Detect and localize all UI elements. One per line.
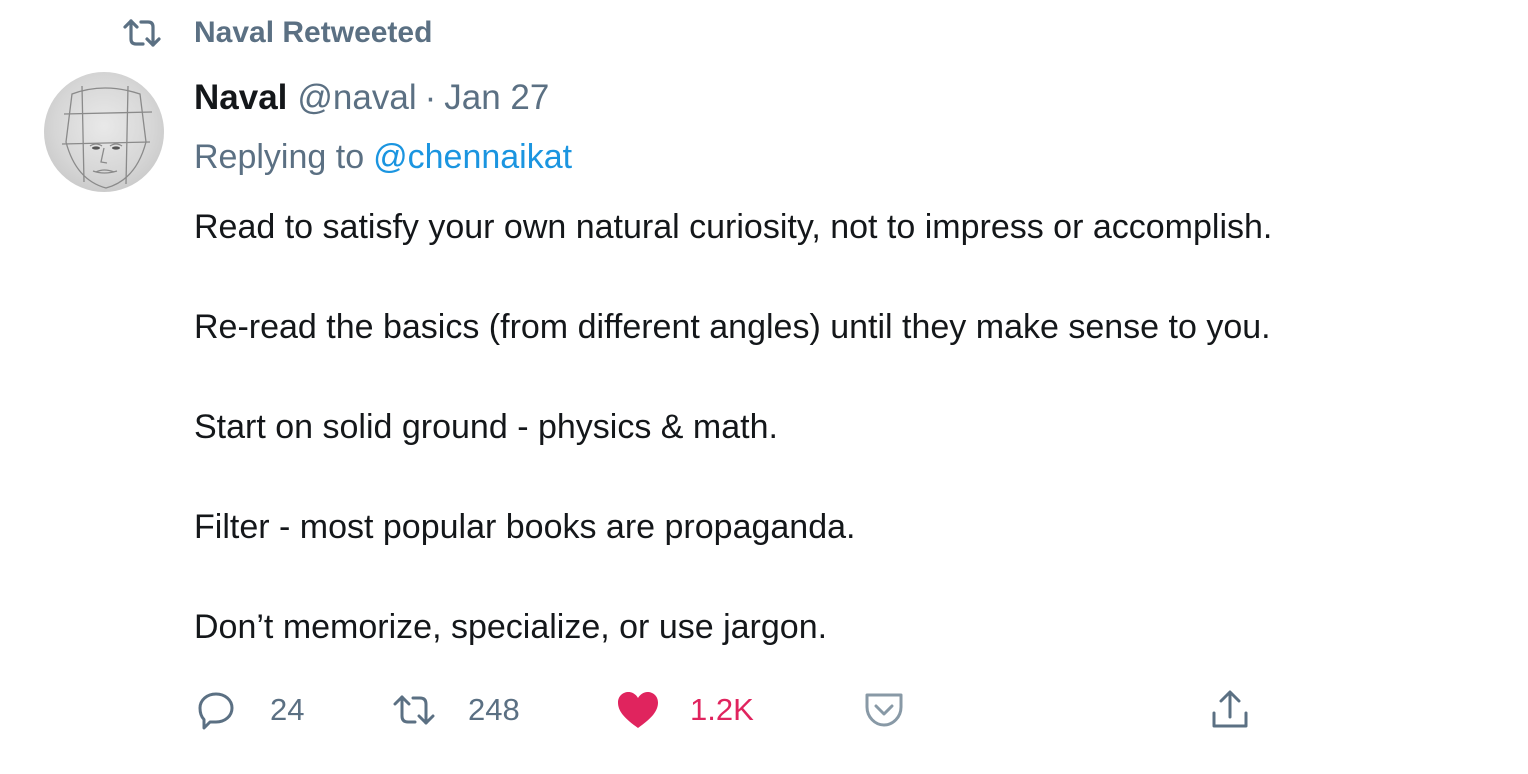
tweet-text: Read to satisfy your own natural curiosi… [194,202,1468,652]
tweet-paragraph: Read to satisfy your own natural curiosi… [194,208,1273,246]
pocket-button[interactable] [862,686,906,734]
replying-to: Replying to @chennaikat [194,124,1468,190]
reply-icon [194,688,238,732]
tweet-paragraph: Don’t memorize, specialize, or use jargo… [194,608,828,646]
share-icon [1208,688,1252,732]
avatar-sketch-icon [61,85,153,189]
retweet-icon [392,688,436,732]
retweet-button[interactable]: 248 [392,686,520,734]
retweet-icon [120,13,164,53]
reply-button[interactable]: 24 [194,686,304,734]
retweet-banner[interactable]: Naval Retweeted [120,12,432,54]
user-handle[interactable]: @naval [297,78,416,118]
reply-count: 24 [270,692,305,727]
share-button[interactable] [1208,686,1252,734]
replying-to-label: Replying to [194,137,365,176]
retweet-banner-label: Naval Retweeted [194,16,433,49]
tweet-paragraph: Re-read the basics (from different angle… [194,308,1271,346]
tweet-content: Naval @naval · Jan 27 Replying to @chenn… [194,72,1468,652]
tweet-date[interactable]: Jan 27 [444,78,549,118]
tweet-paragraph: Filter - most popular books are propagan… [194,508,856,546]
tweet-header: Naval @naval · Jan 27 [194,72,1468,124]
separator-dot: · [424,78,437,117]
like-count: 1.2K [690,692,754,727]
heart-icon [616,688,660,732]
reply-mention-link[interactable]: @chennaikat [373,138,572,177]
retweet-count: 248 [468,692,520,727]
tweet-paragraph: Start on solid ground - physics & math. [194,408,778,446]
avatar[interactable] [44,72,164,192]
tweet-actions: 24 248 1.2K [194,686,1264,734]
like-button[interactable]: 1.2K [616,686,754,734]
display-name[interactable]: Naval [194,78,287,118]
pocket-icon [862,688,906,732]
